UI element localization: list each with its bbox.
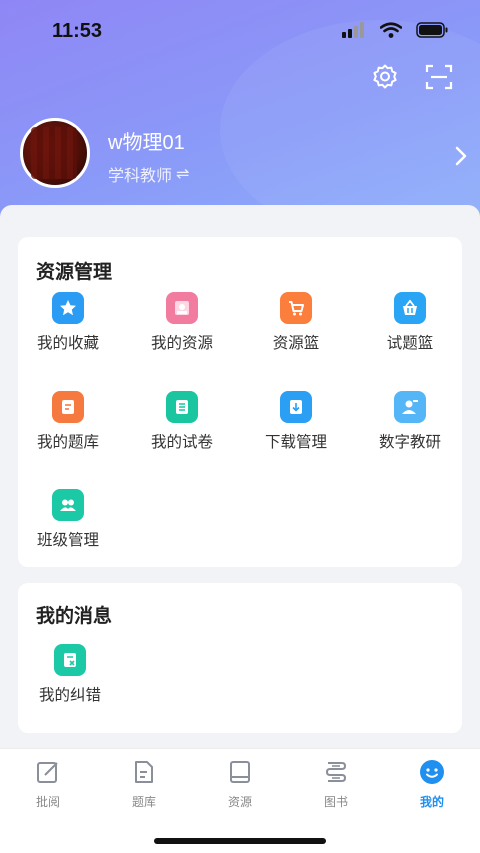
tab-label: 题库 [131,795,156,809]
books-tab-icon [323,759,349,785]
resource-management-card: 资源管理 我的收藏 我的资源 资源篮 试题篮 我的题库 我的试卷 下载管理 数字… [18,237,462,567]
question-bank-icon [52,391,84,423]
grid-item-my-resources[interactable]: 我的资源 [132,292,232,353]
grid-item-my-corrections[interactable]: 我的纠错 [20,644,120,705]
tab-label: 我的 [419,795,444,809]
grid-item-label: 资源篮 [272,335,320,352]
download-icon [280,391,312,423]
my-messages-card: 我的消息 我的纠错 [18,583,462,733]
resources-tab-icon [227,759,253,785]
star-icon [52,292,84,324]
tab-books[interactable]: 图书 [288,759,384,810]
tab-mine[interactable]: 我的 [384,759,480,810]
gear-icon [371,63,399,96]
basket-icon [394,292,426,324]
status-icons [342,22,448,43]
user-name: w物理01 [108,132,185,154]
resource-section-title: 资源管理 [36,262,113,283]
role-label: 学科教师 [108,168,173,185]
home-indicator [154,838,326,844]
question-bank-tab-icon [131,759,157,785]
grid-item-label: 班级管理 [36,532,99,549]
grid-item-label: 数字教研 [378,434,441,451]
grid-item-download-manager[interactable]: 下载管理 [246,391,346,452]
wifi-icon [379,22,403,43]
settings-button[interactable] [370,64,400,94]
scan-button[interactable] [424,64,454,94]
error-correction-icon [54,644,86,676]
status-bar: 11:53 [0,0,480,60]
scan-icon [425,63,453,96]
tab-question-bank[interactable]: 题库 [96,759,192,810]
grid-item-label: 我的题库 [36,434,99,451]
grid-item-digital-research[interactable]: 数字教研 [360,391,460,452]
cellular-signal-icon [342,22,366,43]
grid-item-label: 试题篮 [386,335,434,352]
grid-item-label: 我的试卷 [150,434,213,451]
resource-icon [166,292,198,324]
tab-label: 资源 [227,795,252,809]
grid-item-label: 我的收藏 [36,335,99,352]
grid-item-class-management[interactable]: 班级管理 [18,489,118,550]
role-switch[interactable]: 学科教师 ⇌ [108,162,189,186]
grid-item-question-basket[interactable]: 试题篮 [360,292,460,353]
tab-label: 图书 [323,795,348,809]
teaching-research-icon [394,391,426,423]
header-actions [370,64,454,94]
content-sheet: 资源管理 我的收藏 我的资源 资源篮 试题篮 我的题库 我的试卷 下载管理 数字… [0,205,480,765]
battery-icon [416,22,448,43]
grid-item-label: 下载管理 [264,434,327,451]
cart-icon [280,292,312,324]
tab-review[interactable]: 批阅 [0,759,96,810]
avatar[interactable] [20,118,90,188]
status-time: 11:53 [52,20,103,42]
grid-item-resource-basket[interactable]: 资源篮 [246,292,346,353]
grid-item-question-bank[interactable]: 我的题库 [18,391,118,452]
grid-item-label: 我的资源 [150,335,213,352]
mine-tab-icon [419,759,445,785]
switch-icon: ⇌ [176,166,190,183]
class-icon [52,489,84,521]
review-icon [35,759,61,785]
tab-resources[interactable]: 资源 [192,759,288,810]
grid-item-label: 我的纠错 [38,687,101,704]
test-paper-icon [166,391,198,423]
grid-item-test-papers[interactable]: 我的试卷 [132,391,232,452]
chevron-right-icon[interactable] [454,146,468,171]
profile-header[interactable]: w物理01 学科教师 ⇌ [20,118,470,190]
grid-item-favorites[interactable]: 我的收藏 [18,292,118,353]
message-section-title: 我的消息 [36,606,113,627]
tab-label: 批阅 [35,795,60,809]
